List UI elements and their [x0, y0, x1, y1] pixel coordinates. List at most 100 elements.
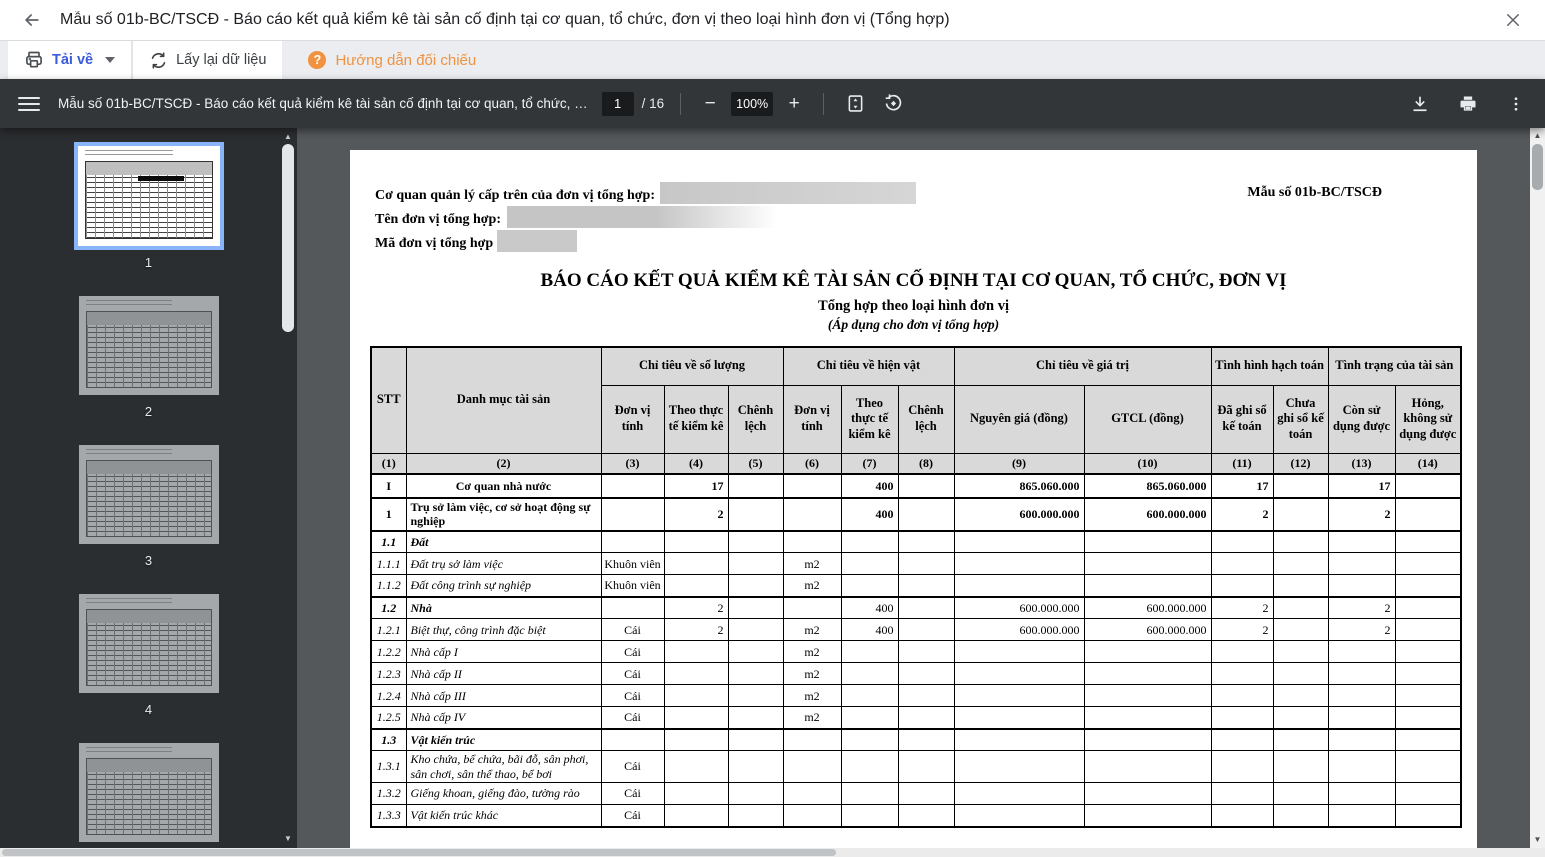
row-cell: [1083, 552, 1212, 576]
page-thumbnail[interactable]: [78, 296, 219, 395]
row-asset-name: Đất trụ sở làm việc: [405, 552, 602, 576]
download-report-button[interactable]: Tải về: [8, 41, 132, 79]
row-cell: [1083, 662, 1212, 686]
scroll-down-icon[interactable]: ▼: [280, 832, 296, 846]
download-icon[interactable]: [1405, 89, 1435, 119]
row-cell: [727, 640, 784, 664]
col-number: (12): [1272, 452, 1329, 475]
row-asset-name: Nhà cấp I: [405, 640, 602, 664]
page-number-input[interactable]: [601, 91, 634, 116]
row-cell: [727, 618, 784, 642]
group-header-status: Tình trạng của tài sản: [1327, 346, 1462, 386]
row-cell: [1394, 684, 1462, 708]
row-cell: m2: [782, 706, 842, 730]
menu-icon[interactable]: [14, 89, 44, 119]
row-cell: [1327, 782, 1396, 806]
thumbnail-preview: [85, 609, 212, 686]
row-cell: 2: [1327, 497, 1396, 532]
row-cell: [1272, 618, 1329, 642]
row-cell: [1272, 804, 1329, 828]
thumbnail-list: 12345: [0, 128, 297, 848]
table-row: 1.1 Đất: [370, 529, 1462, 554]
comparison-guide-link[interactable]: ? Hướng dẫn đối chiếu: [308, 41, 476, 79]
row-cell: 600.000.000: [953, 595, 1085, 620]
pdf-toolbar: Mẫu số 01b-BC/TSCĐ - Báo cáo kết quả kiể…: [0, 79, 1545, 128]
row-cell: [1394, 727, 1462, 752]
col-number: (7): [840, 452, 899, 475]
row-cell: 2: [663, 618, 729, 642]
col-number: (14): [1394, 452, 1462, 475]
scroll-up-icon[interactable]: ▲: [280, 130, 296, 144]
row-cell: Cái: [600, 750, 665, 784]
redacted-value: [497, 230, 578, 252]
zoom-in-button[interactable]: +: [781, 91, 807, 117]
row-cell: [953, 529, 1085, 554]
row-cell: 400: [840, 497, 899, 532]
row-stt: 1.1.2: [370, 574, 407, 598]
row-asset-name: Nhà: [405, 595, 602, 620]
row-cell: [840, 662, 899, 686]
row-cell: [840, 684, 899, 708]
row-cell: [897, 706, 955, 730]
reload-data-button[interactable]: Lấy lại dữ liệu: [133, 41, 283, 79]
row-cell: [1327, 684, 1396, 708]
horizontal-scroll-thumb[interactable]: [2, 849, 836, 856]
page-thumbnail[interactable]: [78, 594, 219, 693]
zoom-out-button[interactable]: −: [697, 91, 723, 117]
col-header-original-price: Nguyên giá (đồng): [953, 384, 1085, 454]
report-table-body: I Cơ quan nhà nước 17 400 865.060.000 865.060…: [370, 473, 1462, 828]
scroll-up-icon[interactable]: ▲: [1530, 129, 1545, 143]
row-cell: [600, 473, 665, 499]
row-cell: 600.000.000: [1083, 595, 1212, 620]
row-cell: [1394, 662, 1462, 686]
page-thumbnail[interactable]: [78, 445, 219, 544]
row-cell: [1327, 727, 1396, 752]
col-header-category: Danh mục tài sản: [405, 346, 602, 454]
row-cell: [1083, 640, 1212, 664]
row-cell: [840, 552, 899, 576]
printer-icon: [24, 50, 44, 70]
table-row: 1.3.3 Vật kiến trúc khác Cái: [370, 804, 1462, 828]
row-cell: m2: [782, 684, 842, 708]
horizontal-scrollbar[interactable]: [0, 848, 1545, 857]
row-cell: [1394, 529, 1462, 554]
col-number: (6): [782, 452, 842, 475]
main-scroll-thumb[interactable]: [1532, 144, 1543, 190]
col-number: (4): [663, 452, 729, 475]
sidebar-scrollbar[interactable]: ▲ ▼: [280, 128, 296, 848]
row-cell: [897, 595, 955, 620]
window-titlebar: Mẫu số 01b-BC/TSCĐ - Báo cáo kết quả kiể…: [0, 0, 1545, 41]
rotate-icon[interactable]: [878, 89, 908, 119]
col-number: (9): [953, 452, 1085, 475]
row-cell: [663, 662, 729, 686]
reload-data-label: Lấy lại dữ liệu: [176, 52, 267, 68]
row-cell: [840, 727, 899, 752]
row-cell: [953, 706, 1085, 730]
row-cell: [727, 497, 784, 532]
table-row: 1.2.1 Biệt thự, công trình đặc biệt Cái 2 m2…: [370, 618, 1462, 642]
row-cell: [1210, 706, 1274, 730]
unit-code-line: Mã đơn vị tổng hợp: [375, 230, 1382, 254]
row-cell: 600.000.000: [1083, 618, 1212, 642]
row-cell: [840, 574, 899, 598]
row-cell: [782, 750, 842, 784]
print-icon[interactable]: [1453, 89, 1483, 119]
back-icon[interactable]: [18, 6, 46, 34]
row-cell: [727, 804, 784, 828]
more-options-icon[interactable]: [1501, 89, 1531, 119]
sidebar-scroll-thumb[interactable]: [282, 144, 294, 332]
row-cell: [1394, 804, 1462, 828]
close-icon[interactable]: [1499, 6, 1527, 34]
chevron-down-icon: [105, 57, 116, 63]
thumbnail-page-number: 2: [144, 404, 153, 419]
row-cell: [840, 750, 899, 784]
row-cell: [897, 574, 955, 598]
main-scrollbar[interactable]: ▲ ▼: [1530, 128, 1545, 848]
row-asset-name: Vật kiến trúc khác: [405, 804, 602, 828]
scroll-down-icon[interactable]: ▼: [1530, 833, 1545, 847]
row-cell: 865.060.000: [953, 473, 1085, 499]
fit-page-icon[interactable]: [840, 89, 870, 119]
row-cell: [1394, 640, 1462, 664]
page-thumbnail[interactable]: [78, 743, 219, 842]
page-thumbnail[interactable]: [73, 142, 224, 250]
